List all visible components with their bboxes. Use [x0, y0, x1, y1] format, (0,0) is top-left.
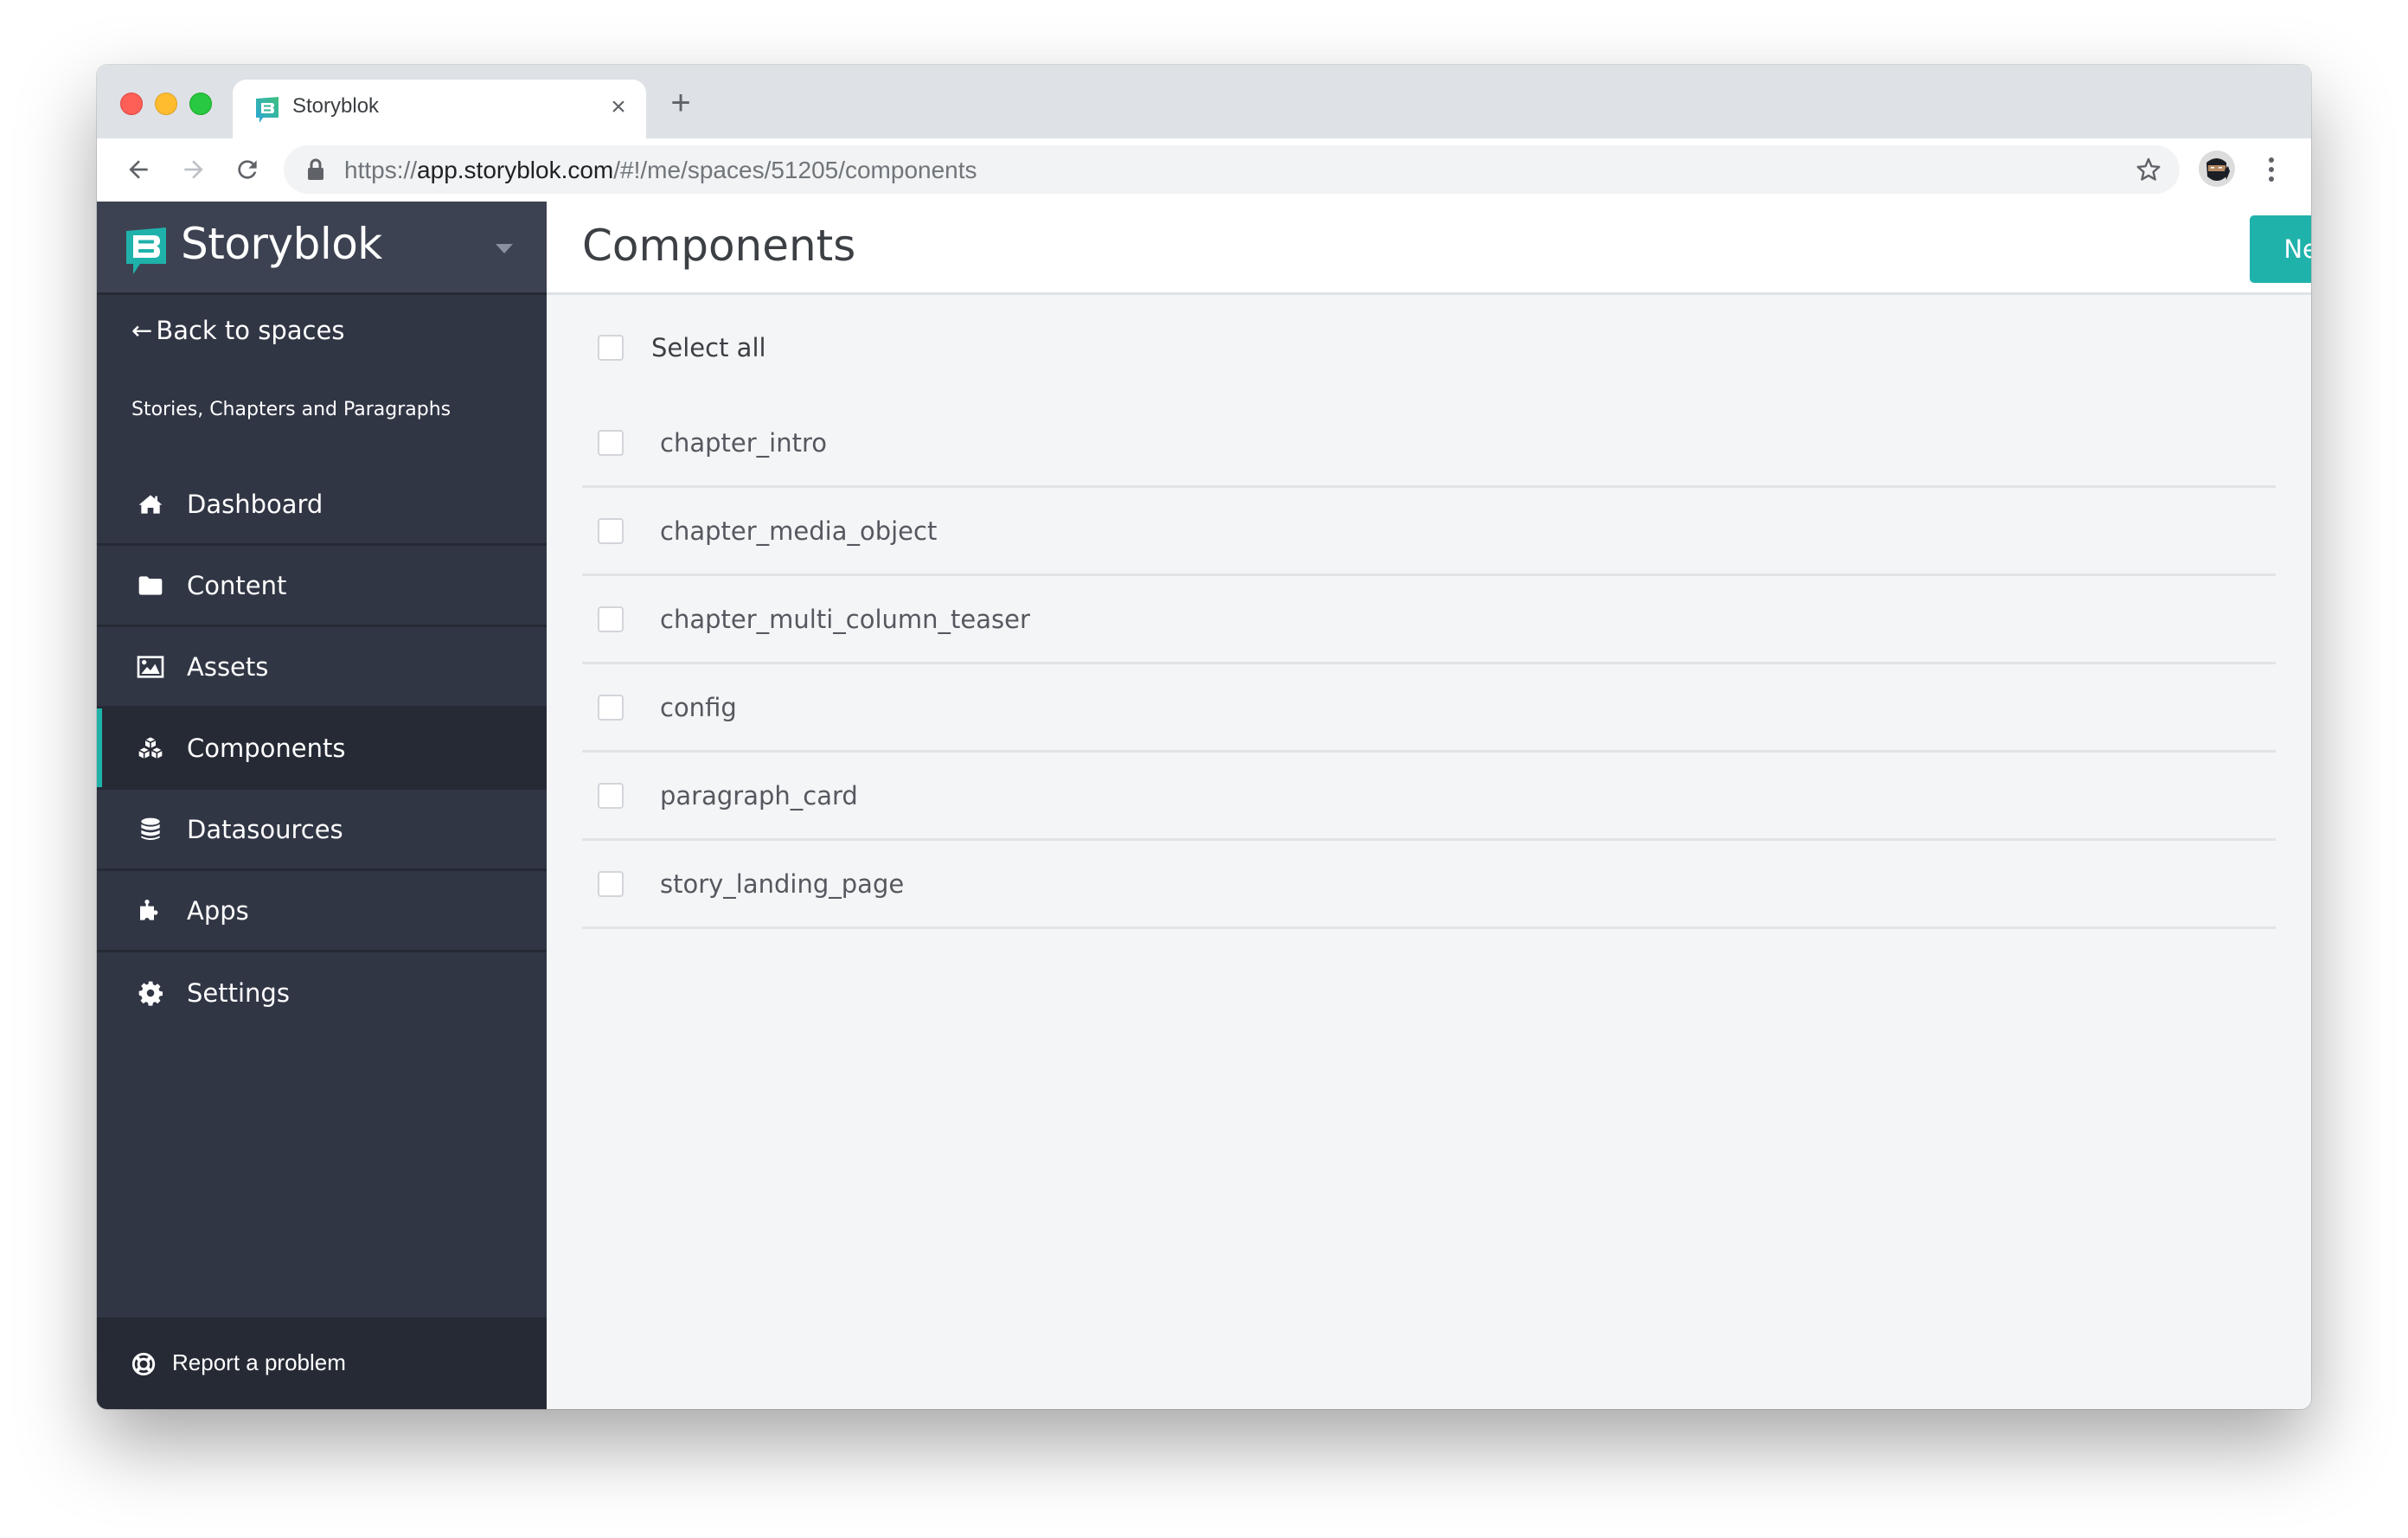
- components-list: Select all chapter_intro chapter_media_o…: [582, 295, 2276, 929]
- maximize-window-button[interactable]: [189, 93, 212, 115]
- row-checkbox[interactable]: [598, 606, 624, 632]
- ninja-avatar-icon: [2199, 151, 2235, 187]
- reload-icon: [238, 160, 257, 179]
- minimize-window-button[interactable]: [155, 93, 177, 115]
- gear-icon: [135, 977, 166, 1009]
- sidebar-item-label: Dashboard: [187, 489, 323, 519]
- lock-icon: [308, 158, 323, 180]
- bookmark-star-icon[interactable]: [2135, 156, 2162, 183]
- row-checkbox[interactable]: [598, 694, 624, 721]
- url-host: app.storyblok.com: [417, 157, 614, 183]
- reload-button[interactable]: [228, 151, 266, 189]
- storyblok-favicon-icon: [256, 97, 279, 123]
- browser-tab[interactable]: Storyblok ×: [233, 80, 646, 138]
- sidebar-item-content[interactable]: Content: [97, 546, 547, 627]
- back-button[interactable]: [119, 151, 157, 189]
- component-name[interactable]: paragraph_card: [660, 781, 858, 811]
- address-bar[interactable]: https://app.storyblok.com/#!/me/spaces/5…: [284, 145, 2180, 194]
- component-name[interactable]: config: [660, 693, 737, 722]
- report-problem-link[interactable]: Report a problem: [97, 1317, 547, 1409]
- component-name[interactable]: chapter_intro: [660, 428, 827, 458]
- sidebar-item-label: Apps: [187, 895, 249, 926]
- list-item[interactable]: story_landing_page: [582, 841, 2276, 929]
- sidebar-item-apps[interactable]: Apps: [97, 871, 547, 952]
- row-checkbox[interactable]: [598, 429, 624, 456]
- sidebar-item-label: Datasources: [187, 814, 343, 844]
- browser-toolbar: https://app.storyblok.com/#!/me/spaces/5…: [97, 138, 2311, 203]
- list-item[interactable]: paragraph_card: [582, 753, 2276, 841]
- row-checkbox[interactable]: [598, 517, 624, 544]
- folder-icon: [135, 570, 166, 601]
- tab-strip: Storyblok × +: [97, 65, 2311, 138]
- select-all-checkbox[interactable]: [598, 334, 624, 361]
- list-item[interactable]: config: [582, 664, 2276, 753]
- space-switcher[interactable]: Storyblok: [97, 202, 547, 295]
- new-tab-button[interactable]: +: [663, 86, 698, 122]
- list-item[interactable]: chapter_media_object: [582, 488, 2276, 576]
- forward-button[interactable]: [175, 151, 213, 189]
- component-name[interactable]: chapter_media_object: [660, 516, 937, 546]
- page-title: Components: [582, 221, 856, 271]
- url-scheme: https://: [344, 157, 418, 183]
- row-checkbox[interactable]: [598, 782, 624, 809]
- chevron-down-icon[interactable]: [496, 244, 513, 253]
- back-to-spaces-label: Back to spaces: [156, 316, 345, 345]
- browser-window: Storyblok × + https://app.storyblok.com/…: [97, 65, 2311, 1409]
- component-name[interactable]: chapter_multi_column_teaser: [660, 605, 1030, 634]
- forward-arrow-icon: [184, 160, 203, 179]
- select-all-label: Select all: [651, 332, 766, 362]
- back-to-spaces-link[interactable]: ← Back to spaces: [131, 316, 344, 345]
- select-all-row[interactable]: Select all: [582, 295, 2276, 400]
- close-tab-icon[interactable]: ×: [603, 92, 634, 123]
- sidebar-item-label: Settings: [187, 978, 290, 1008]
- home-icon: [135, 489, 166, 520]
- storyblok-logo-icon: [126, 227, 166, 274]
- url-text[interactable]: https://app.storyblok.com/#!/me/spaces/5…: [344, 157, 977, 184]
- component-name[interactable]: story_landing_page: [660, 869, 904, 899]
- cubes-icon: [135, 733, 166, 764]
- sidebar-item-dashboard[interactable]: Dashboard: [97, 465, 547, 546]
- page-header: Components New: [547, 202, 2311, 295]
- sidebar-item-components[interactable]: Components: [97, 708, 547, 790]
- image-icon: [135, 651, 166, 682]
- list-item[interactable]: chapter_multi_column_teaser: [582, 576, 2276, 664]
- url-path: /#!/me/spaces/51205/components: [613, 157, 977, 183]
- database-icon: [135, 814, 166, 845]
- profile-avatar[interactable]: [2199, 151, 2235, 187]
- sidebar-nav: Dashboard Content Assets Components Data…: [97, 465, 547, 1034]
- new-component-button[interactable]: New: [2250, 215, 2311, 283]
- sidebar-item-label: Content: [187, 570, 287, 600]
- report-problem-label: Report a problem: [172, 1349, 346, 1375]
- row-checkbox[interactable]: [598, 870, 624, 897]
- sidebar-item-label: Components: [187, 733, 346, 763]
- close-window-button[interactable]: [120, 93, 143, 115]
- lifebuoy-icon: [131, 1352, 156, 1376]
- space-name: Stories, Chapters and Paragraphs: [131, 399, 452, 420]
- brand-name: Storyblok: [181, 219, 382, 269]
- arrow-left-icon: ←: [131, 316, 153, 345]
- tab-title: Storyblok: [292, 94, 380, 118]
- back-arrow-icon: [129, 160, 148, 179]
- sidebar: Storyblok ← Back to spaces Stories, Chap…: [97, 202, 547, 1409]
- list-item[interactable]: chapter_intro: [582, 400, 2276, 488]
- sidebar-item-datasources[interactable]: Datasources: [97, 790, 547, 871]
- more-menu-icon[interactable]: [2261, 151, 2282, 189]
- sidebar-item-label: Assets: [187, 651, 269, 682]
- sidebar-item-settings[interactable]: Settings: [97, 952, 547, 1034]
- main-content: Components New Select all chapter_intro …: [547, 202, 2311, 1409]
- sidebar-item-assets[interactable]: Assets: [97, 627, 547, 708]
- puzzle-icon: [135, 895, 166, 926]
